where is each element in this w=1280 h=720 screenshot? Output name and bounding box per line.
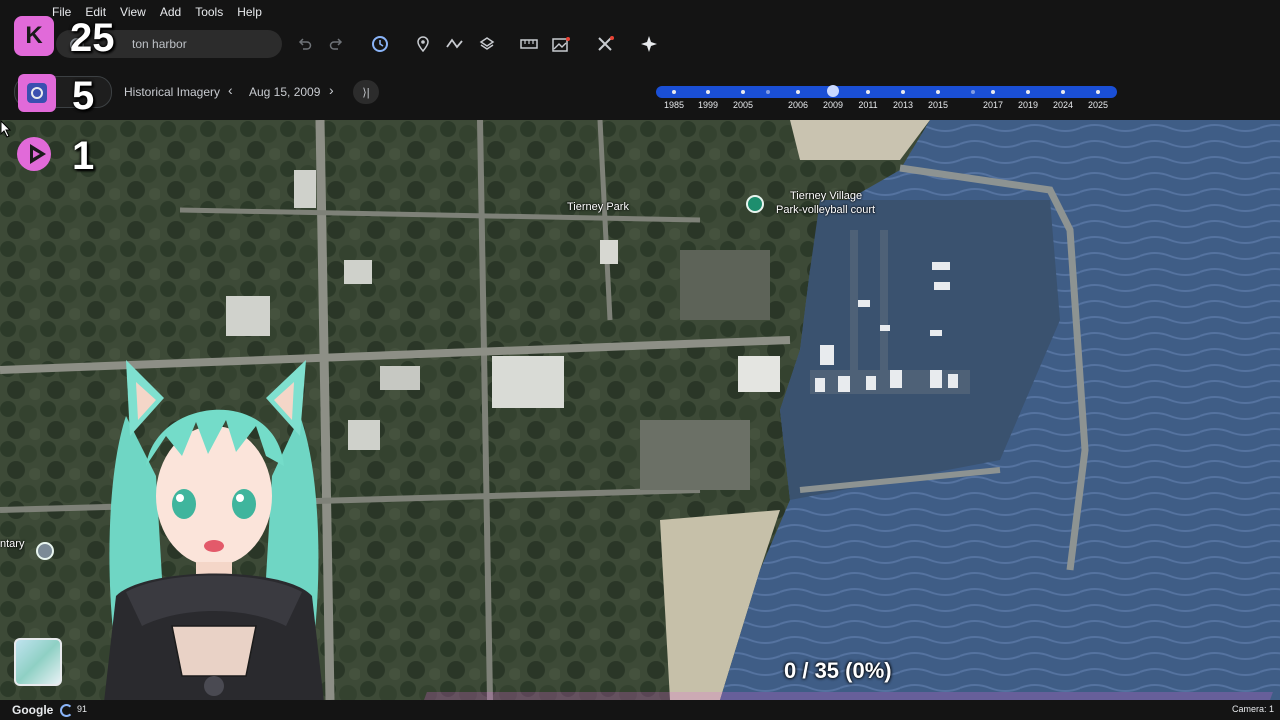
camera-readout: Camera: 1 [1232,704,1275,714]
timeline-marker-2025[interactable] [1096,90,1100,94]
jump-to-latest-button[interactable]: ⟩| [353,80,379,104]
timeline-year-label: 2019 [1017,100,1039,110]
timeline-year-label: 2006 [787,100,809,110]
timeline-year-label: 2013 [892,100,914,110]
imagery-date: Aug 15, 2009 [249,85,321,99]
timeline-year-label: 1985 [663,100,685,110]
timeline-marker-2009[interactable] [827,85,839,97]
timeline-year-label: 2009 [822,100,844,110]
settings-tools-icon[interactable] [594,33,616,55]
timeline-year-label: 2015 [927,100,949,110]
counter-a: 25 [70,16,115,60]
historical-imagery-label: Historical Imagery [124,85,221,99]
timeline-minor-marker [971,90,975,94]
toolbar [0,24,1280,64]
mouse-cursor-icon [0,120,12,138]
placemark-icon[interactable] [412,33,434,55]
menu-bar: File Edit View Add Tools Help [0,0,1280,24]
menu-help[interactable]: Help [237,5,262,19]
loading-text: 91 [77,704,88,714]
ruler-icon[interactable] [518,33,540,55]
timeline-year-label: 2005 [732,100,754,110]
menu-tools[interactable]: Tools [195,5,223,19]
timeline-year-label: 2025 [1087,100,1109,110]
menu-file[interactable]: File [52,5,71,19]
poi-pin-left[interactable] [36,542,54,560]
poi-pin[interactable] [746,195,764,213]
history-badge-icon [18,74,56,112]
timeline-marker-2024[interactable] [1061,90,1065,94]
timeline-marker-2019[interactable] [1026,90,1030,94]
timeline-marker-2005[interactable] [741,90,745,94]
history-timeline[interactable] [656,85,1117,98]
undo-icon[interactable] [294,33,316,55]
counter-b: 5 [72,74,95,118]
timeline-marker-2011[interactable] [866,90,870,94]
menu-add[interactable]: Add [160,5,181,19]
timeline-year-label: 1999 [697,100,719,110]
map-style-thumbnail[interactable] [14,638,62,686]
loading-icon [60,704,73,717]
timeline-marker-1999[interactable] [706,90,710,94]
k-logo-icon: K [14,16,54,56]
timeline-year-label: 2017 [982,100,1004,110]
map-label-village-line2: Park-volleyball court [776,204,876,216]
previous-date-button[interactable]: ‹ [228,82,233,98]
timeline-marker-2017[interactable] [991,90,995,94]
historical-imagery-icon[interactable] [369,33,391,55]
status-bar: Google 91 Camera: 1 [0,700,1280,720]
timeline-marker-2006[interactable] [796,90,800,94]
redo-icon[interactable] [325,33,347,55]
timeline-marker-2013[interactable] [901,90,905,94]
sparkle-icon[interactable] [638,33,660,55]
layers-icon[interactable] [476,33,498,55]
timeline-minor-marker [766,90,770,94]
menu-view[interactable]: View [120,5,146,19]
timeline-marker-1985[interactable] [672,90,676,94]
map-label-tierney-park: Tierney Park [567,201,629,213]
image-overlay-icon[interactable] [550,33,572,55]
map-label-left: ntary [0,538,25,550]
counter-c: 1 [72,134,95,178]
vtuber-avatar [102,360,326,720]
timeline-marker-2015[interactable] [936,90,940,94]
historical-imagery-bar: Historical Imagery ‹ Aug 15, 2009 › ⟩| [0,64,1280,120]
timeline-year-label: 2011 [858,100,878,110]
next-date-button[interactable]: › [329,82,334,98]
progress-text: 0 / 35 (0%) [784,658,892,683]
google-logo: Google [12,703,54,717]
map-label-village-line1: Tierney Village [790,190,863,202]
timeline-year-label: 2024 [1052,100,1074,110]
path-icon[interactable] [444,33,466,55]
search-input[interactable] [130,36,274,52]
play-icon [16,134,56,174]
